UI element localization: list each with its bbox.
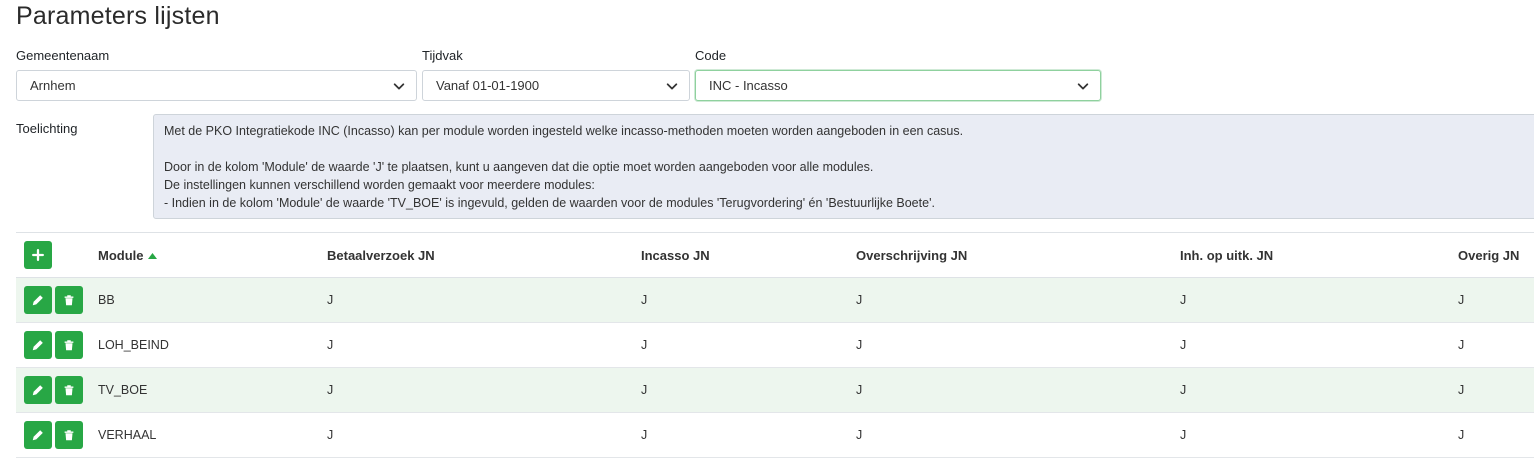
cell-inh-op-uitk: J [1180,412,1458,458]
cell-incasso: J [641,322,856,368]
cell-module: TV_BOE [98,367,327,413]
sort-asc-icon [147,253,157,260]
cell-overschrijving: J [856,322,1180,368]
column-header-overschrijving[interactable]: Overschrijving JN [856,232,1180,278]
cell-module: LOH_BEIND [98,322,327,368]
trash-icon [64,430,74,441]
toelichting-label: Toelichting [16,121,78,136]
cell-overig: J [1458,412,1534,458]
edit-button[interactable] [24,421,52,449]
cell-overig: J [1458,277,1534,323]
cell-module: VERHAAL [98,412,327,458]
cell-incasso: J [641,412,856,458]
cell-overschrijving: J [856,412,1180,458]
pencil-icon [32,340,43,351]
table-row: LOH_BEIND J J J J J [16,322,1534,368]
trash-icon [64,295,74,306]
add-column [16,232,98,278]
column-header-incasso[interactable]: Incasso JN [641,232,856,278]
delete-button[interactable] [55,286,83,314]
cell-incasso: J [641,367,856,413]
tijdvak-select[interactable]: Vanaf 01-01-1900 [422,70,690,101]
trash-icon [64,340,74,351]
chevron-down-icon [1077,82,1089,89]
row-actions [16,367,98,413]
toelichting-line: - Indien in de kolom 'Module' de waarde … [164,196,935,210]
chevron-down-icon [393,82,405,89]
row-actions [16,412,98,458]
code-select[interactable]: INC - Incasso [695,70,1101,101]
delete-button[interactable] [55,421,83,449]
toelichting-textarea[interactable]: Met de PKO Integratiekode INC (Incasso) … [153,114,1534,219]
row-actions [16,322,98,368]
delete-button[interactable] [55,376,83,404]
add-button[interactable] [24,241,52,269]
trash-icon [64,385,74,396]
cell-overig: J [1458,322,1534,368]
cell-overschrijving: J [856,277,1180,323]
column-header-label: Module [98,247,144,263]
table-row: TV_BOE J J J J J [16,367,1534,413]
cell-inh-op-uitk: J [1180,367,1458,413]
toelichting-line: Door in de kolom 'Module' de waarde 'J' … [164,160,874,174]
pencil-icon [32,430,43,441]
column-header-betaalverzoek[interactable]: Betaalverzoek JN [327,232,641,278]
column-header-inh-op-uitk[interactable]: Inh. op uitk. JN [1180,232,1458,278]
toelichting-line: De instellingen kunnen verschillend word… [164,178,595,192]
pencil-icon [32,295,43,306]
gemeente-select-value: Arnhem [30,78,76,93]
cell-betaalverzoek: J [327,367,641,413]
gemeente-label: Gemeentenaam [16,48,110,63]
parameters-table: Module Betaalverzoek JN Incasso JN Overs… [16,232,1534,458]
tijdvak-label: Tijdvak [422,48,463,63]
page-title: Parameters lijsten [16,2,220,30]
table-header-row: Module Betaalverzoek JN Incasso JN Overs… [16,232,1534,278]
cell-module: BB [98,277,327,323]
edit-button[interactable] [24,376,52,404]
cell-betaalverzoek: J [327,412,641,458]
cell-overig: J [1458,367,1534,413]
cell-betaalverzoek: J [327,322,641,368]
cell-inh-op-uitk: J [1180,322,1458,368]
chevron-down-icon [666,82,678,89]
tijdvak-select-value: Vanaf 01-01-1900 [436,78,540,93]
delete-button[interactable] [55,331,83,359]
cell-inh-op-uitk: J [1180,277,1458,323]
edit-button[interactable] [24,331,52,359]
edit-button[interactable] [24,286,52,314]
table-row: BB J J J J J [16,277,1534,323]
cell-overschrijving: J [856,367,1180,413]
row-actions [16,277,98,323]
column-header-module[interactable]: Module [98,232,327,278]
plus-icon [32,249,44,261]
toelichting-line: Met de PKO Integratiekode INC (Incasso) … [164,124,964,138]
code-label: Code [695,48,727,63]
cell-betaalverzoek: J [327,277,641,323]
table-row: VERHAAL J J J J J [16,412,1534,458]
gemeente-select[interactable]: Arnhem [16,70,417,101]
pencil-icon [32,385,43,396]
column-header-overig[interactable]: Overig JN [1458,232,1534,278]
code-select-value: INC - Incasso [709,78,788,93]
cell-incasso: J [641,277,856,323]
